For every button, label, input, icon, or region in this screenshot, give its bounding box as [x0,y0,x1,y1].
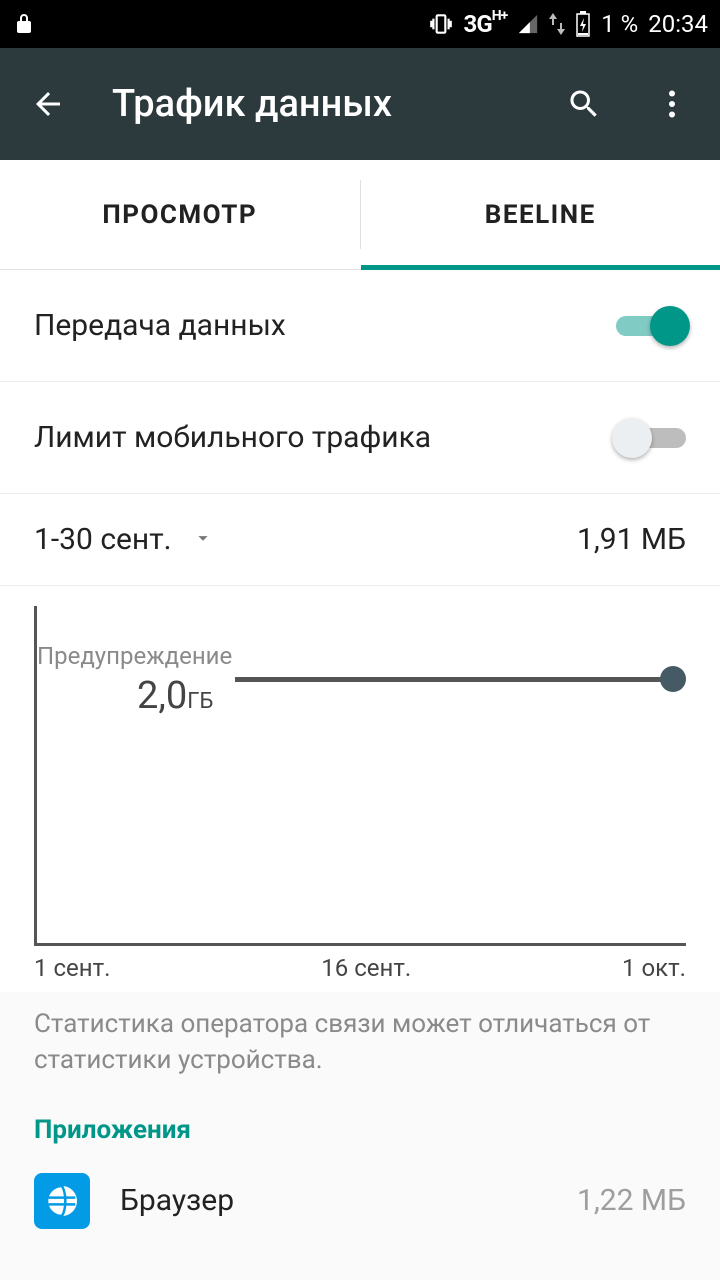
status-bar: 3GH+ 1 % 20:34 [0,0,720,48]
network-type: 3GH+ [464,10,508,38]
app-icon-browser [34,1173,90,1229]
tab-bar: ПРОСМОТР BEELINE [0,160,720,270]
tick-start: 1 сент. [34,954,110,982]
period-range: 1-30 сент. [34,522,172,557]
overflow-menu-button[interactable] [648,80,696,128]
row-period[interactable]: 1-30 сент. 1,91 МБ [0,494,720,586]
tick-end: 1 окт. [622,954,686,982]
row-data-limit[interactable]: Лимит мобильного трафика [0,382,720,494]
app-usage: 1,22 МБ [577,1183,686,1218]
label-data-transfer: Передача данных [34,308,616,343]
clock: 20:34 [648,10,708,38]
back-button[interactable] [24,80,72,128]
switch-data-transfer[interactable] [616,306,686,346]
usage-chart: Предупреждение 2,0ГБ 1 сент. 16 сент. 1 … [0,586,720,992]
page-title: Трафик данных [112,82,520,126]
search-button[interactable] [560,80,608,128]
battery-charging-icon [575,11,591,37]
chart-x-ticks: 1 сент. 16 сент. 1 окт. [34,954,686,982]
tab-beeline[interactable]: BEELINE [361,160,720,269]
warning-line [235,677,666,682]
row-data-transfer[interactable]: Передача данных [0,270,720,382]
lock-icon [12,12,36,36]
data-arrows-icon [549,13,565,35]
chevron-down-icon [192,522,214,557]
vibrate-icon [428,11,454,37]
warning-drag-handle[interactable] [660,666,686,692]
label-data-limit: Лимит мобильного трафика [34,420,616,455]
signal-icon [517,13,539,35]
section-apps-title: Приложения [0,1079,720,1161]
warning-label: Предупреждение [37,642,238,670]
warning-amount: 2,0ГБ [137,674,213,718]
period-dropdown[interactable]: 1-30 сент. [34,522,214,557]
switch-data-limit[interactable] [616,418,686,458]
app-row[interactable]: Браузер 1,22 МБ [0,1161,720,1231]
battery-percent: 1 % [601,10,638,38]
chart-disclaimer: Статистика оператора связи может отличат… [0,992,720,1079]
app-toolbar: Трафик данных [0,48,720,160]
tick-mid: 16 сент. [321,954,411,982]
period-usage-total: 1,91 МБ [577,522,686,557]
app-name: Браузер [120,1183,577,1218]
tab-overview[interactable]: ПРОСМОТР [0,160,360,269]
chart-plot-area: Предупреждение 2,0ГБ [34,606,686,946]
warning-threshold[interactable]: Предупреждение 2,0ГБ [37,666,686,692]
